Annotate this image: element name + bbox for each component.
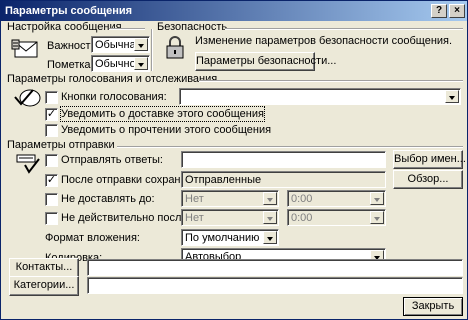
chevron-down-icon[interactable] (134, 38, 148, 51)
delivery-envelope-icon (11, 153, 41, 179)
help-button[interactable]: ? (431, 4, 447, 18)
deliver-before-checkbox[interactable] (45, 193, 58, 206)
importance-select[interactable]: Обычная (91, 36, 150, 53)
message-settings-separator (109, 28, 145, 30)
read-receipt-label: Уведомить о прочтении этого сообщения (61, 124, 272, 136)
delivery-receipt-label: Уведомить о доставке этого сообщения (60, 106, 265, 122)
chevron-down-icon (370, 192, 384, 205)
read-receipt-checkbox[interactable] (45, 124, 58, 137)
delivery-separator (117, 146, 463, 148)
select-names-button[interactable]: Выбор имен... (393, 150, 466, 169)
have-replies-sent-input[interactable] (181, 151, 386, 168)
security-description: Изменение параметров безопасности сообще… (195, 35, 453, 47)
expires-after-date-value: Нет (185, 212, 204, 224)
deliver-before-time-value: 0:00 (291, 193, 313, 205)
expires-after-time-select: 0:00 (287, 209, 386, 226)
save-sent-folder-field: Отправленные (181, 171, 386, 188)
categories-button[interactable]: Категории... (9, 276, 79, 296)
deliver-before-label: Не доставлять до: (61, 193, 155, 205)
envelope-icon (11, 34, 43, 64)
voting-separator (199, 80, 463, 82)
security-separator (225, 28, 463, 30)
sensitivity-label: Пометка: (47, 59, 94, 71)
expires-after-date-select: Нет (181, 209, 279, 226)
chevron-down-icon (263, 192, 277, 205)
voting-heading: Параметры голосования и отслеживания (7, 73, 218, 85)
voting-checkmark-icon (13, 87, 41, 109)
message-settings-heading: Настройка сообщения (7, 21, 122, 33)
chevron-down-icon (263, 211, 277, 224)
categories-input[interactable] (87, 277, 463, 294)
delivery-receipt-checkbox[interactable]: ✓ (45, 108, 58, 121)
close-button[interactable]: Закрыть (403, 297, 463, 316)
voting-buttons-combo[interactable] (179, 88, 461, 105)
save-sent-folder-value: Отправленные (185, 174, 262, 186)
security-settings-button[interactable]: Параметры безопасности... (195, 52, 336, 71)
have-replies-sent-label: Отправлять ответы: (61, 154, 163, 166)
contacts-button[interactable]: Контакты... (9, 258, 79, 278)
expires-after-label: Не действительно после: (61, 212, 191, 224)
expires-after-time-value: 0:00 (291, 212, 313, 224)
have-replies-sent-checkbox[interactable] (45, 154, 58, 167)
chevron-down-icon[interactable] (263, 231, 277, 244)
deliver-before-date-value: Нет (185, 193, 204, 205)
message-options-dialog: Параметры сообщения ? × Настройка сообще… (0, 0, 468, 320)
chevron-down-icon (370, 211, 384, 224)
delivery-heading: Параметры отправки (7, 139, 115, 151)
attachment-format-label: Формат вложения: (45, 232, 140, 244)
chevron-down-icon[interactable] (134, 57, 148, 70)
expires-after-checkbox[interactable] (45, 212, 58, 225)
section-divider (151, 29, 153, 71)
window-title: Параметры сообщения (5, 5, 133, 17)
deliver-before-time-select: 0:00 (287, 190, 386, 207)
sensitivity-select[interactable]: Обычное (91, 55, 150, 72)
attachment-format-value: По умолчанию (185, 232, 260, 244)
browse-button[interactable]: Обзор... (393, 170, 463, 189)
voting-buttons-label: Кнопки голосования: (61, 91, 167, 103)
lock-icon (163, 35, 187, 61)
contacts-input[interactable] (87, 259, 463, 276)
save-sent-checkbox[interactable]: ✓ (45, 174, 58, 187)
close-icon[interactable]: × (449, 4, 465, 18)
voting-buttons-checkbox[interactable] (45, 91, 58, 104)
chevron-down-icon[interactable] (445, 90, 459, 103)
deliver-before-date-select: Нет (181, 190, 279, 207)
attachment-format-select[interactable]: По умолчанию (181, 229, 279, 246)
title-bar: Параметры сообщения (1, 1, 467, 21)
security-heading: Безопасность (157, 21, 228, 33)
